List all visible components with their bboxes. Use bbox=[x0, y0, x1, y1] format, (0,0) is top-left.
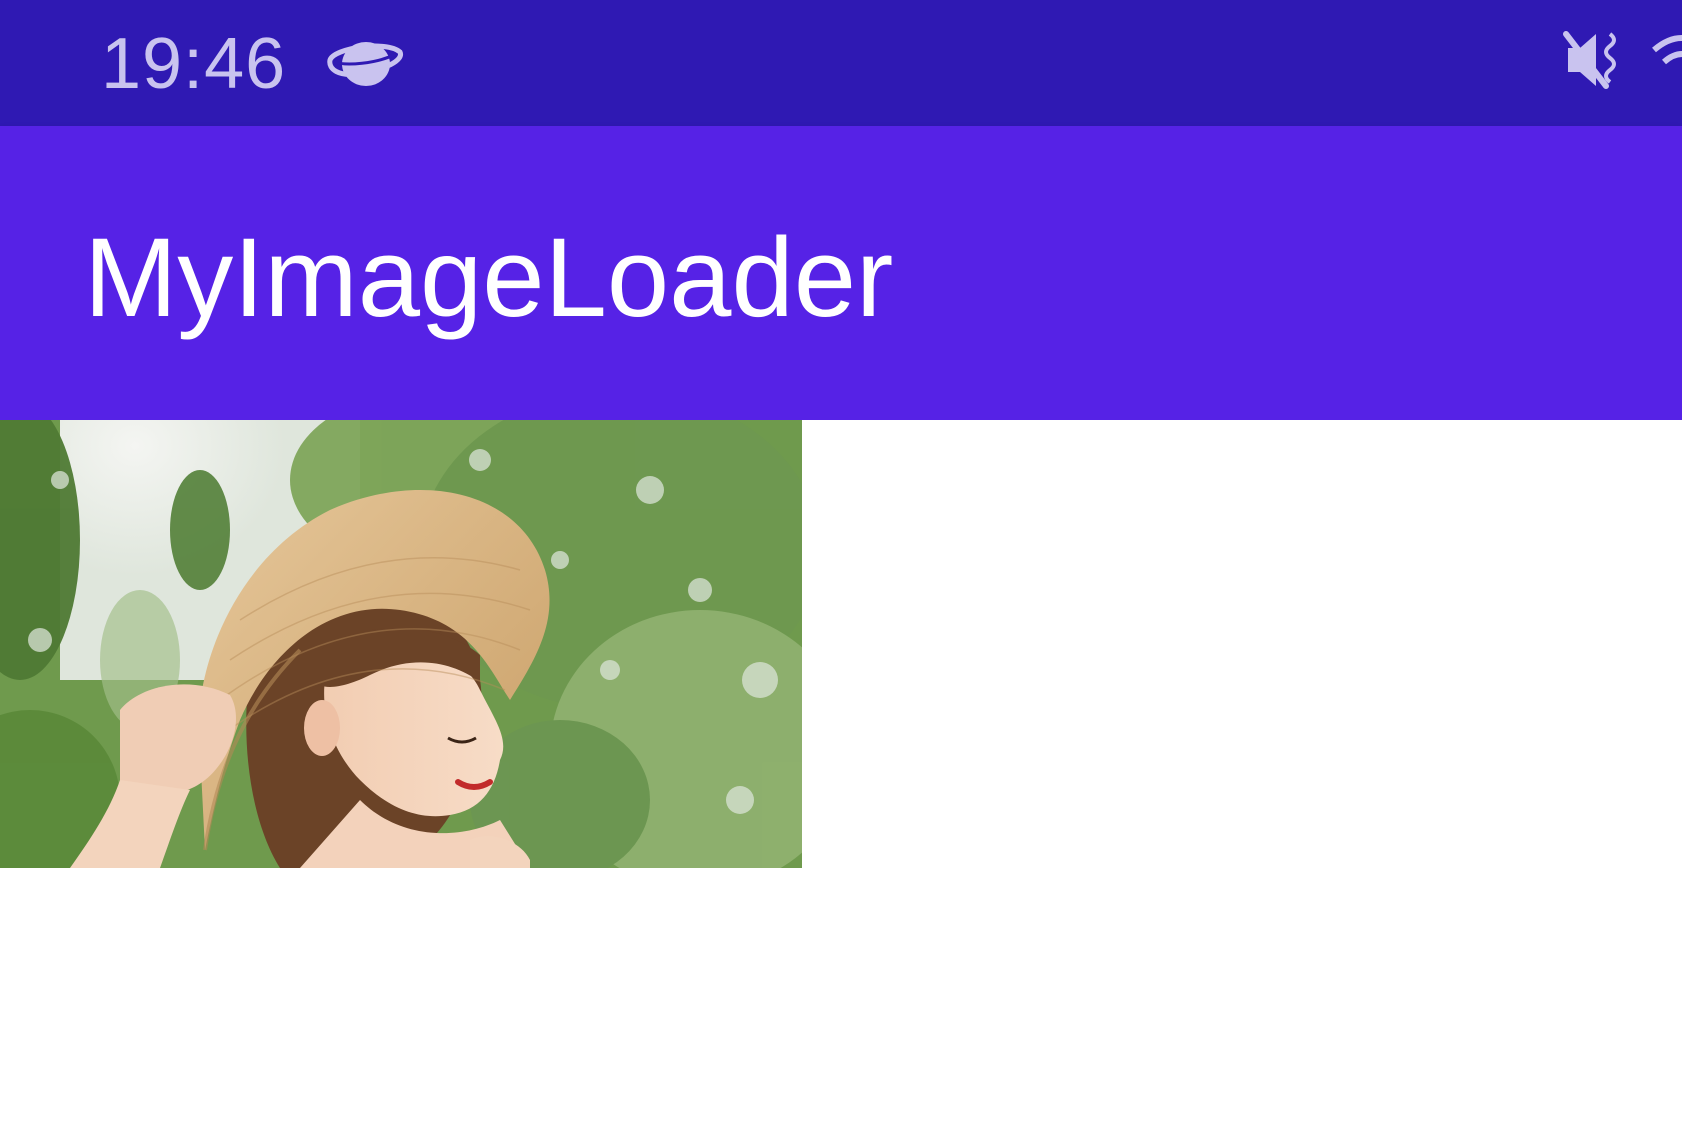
app-bar: MyImageLoader bbox=[0, 126, 1682, 420]
planet-icon bbox=[327, 42, 403, 86]
mute-icon bbox=[1563, 31, 1616, 89]
status-time: 19:46 bbox=[101, 24, 287, 104]
wifi-icon bbox=[1652, 35, 1682, 65]
app-title: MyImageLoader bbox=[84, 215, 894, 340]
photo-image bbox=[0, 420, 802, 868]
status-bar: 19:46 bbox=[0, 0, 1682, 126]
content-area bbox=[0, 420, 1682, 1132]
